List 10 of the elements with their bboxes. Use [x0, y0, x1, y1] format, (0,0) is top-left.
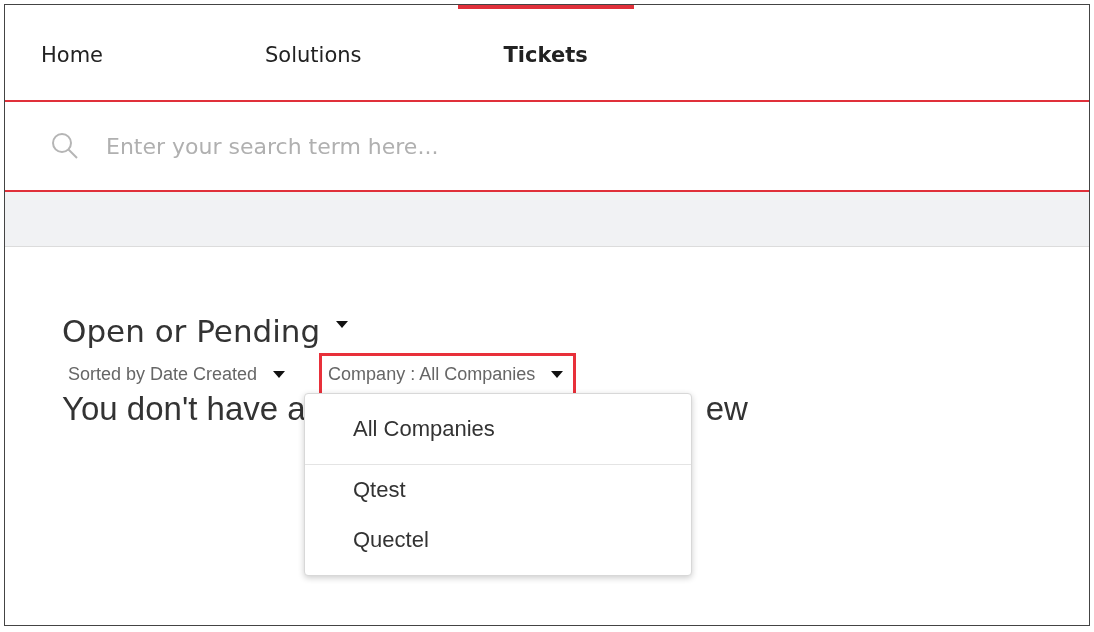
caret-icon[interactable]: [336, 320, 349, 328]
menu-item[interactable]: All Companies: [305, 404, 691, 454]
menu-item[interactable]: Qtest: [305, 465, 691, 515]
nav-tab[interactable]: Solutions: [259, 5, 368, 100]
search-icon: [50, 131, 80, 161]
nav-tab[interactable]: Tickets: [457, 5, 634, 100]
menu-item[interactable]: Quectel: [305, 515, 691, 565]
nav-tab[interactable]: Home: [35, 5, 109, 100]
empty-message: ew: [705, 390, 748, 428]
view-title: Open or Pending: [62, 313, 321, 349]
